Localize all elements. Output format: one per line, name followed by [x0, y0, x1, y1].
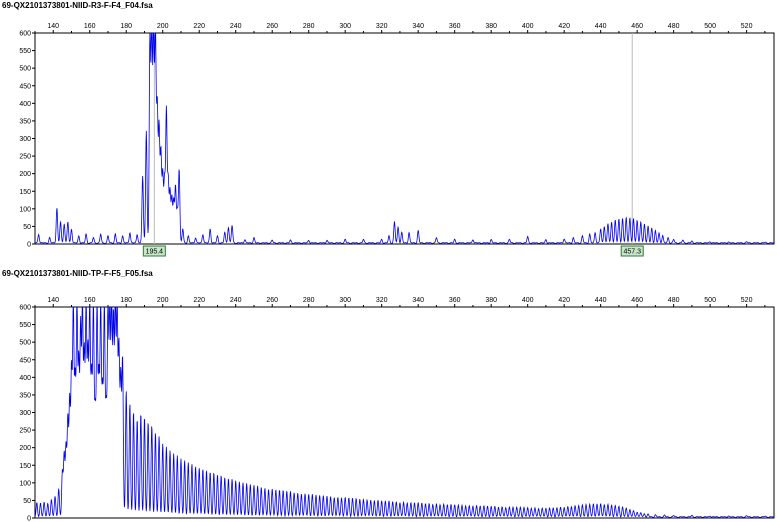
chart1-x-tick-label: 380 [485, 23, 497, 30]
chart1-x-tick-label: 180 [120, 23, 132, 30]
chart2-x-tick-label: 480 [668, 297, 680, 304]
chart1-x-tick-label: 200 [157, 23, 169, 30]
chart1-x-tick-label: 240 [230, 23, 242, 30]
chart1-y-tick-label: 300 [19, 136, 31, 143]
chart2-x-tick-label: 260 [266, 297, 278, 304]
chart1-x-tick-label: 140 [47, 23, 59, 30]
chart2-y-tick-label: 350 [19, 392, 31, 399]
chart2-x-tick-label: 320 [376, 297, 388, 304]
chart2-y-tick-label: 100 [19, 480, 31, 487]
chart2-x-tick-label: 280 [303, 297, 315, 304]
chart2-x-tick-label: 140 [47, 297, 59, 304]
chart2-y-tick-label: 150 [19, 463, 31, 470]
chart2-x-tick-label: 240 [230, 297, 242, 304]
chart2-x-tick-label: 520 [741, 297, 753, 304]
chart1-y-tick-label: 350 [19, 118, 31, 125]
chart1-x-tick-label: 400 [522, 23, 534, 30]
chart2-y-tick-label: 50 [23, 498, 31, 505]
chart1-x-tick-label: 520 [741, 23, 753, 30]
chart1-size-marker-1[interactable]: 195.4 [142, 245, 166, 257]
chart1-y-tick-label: 400 [19, 101, 31, 108]
chart2-y-tick-label: 250 [19, 428, 31, 435]
chart1-size-marker-label: 195.4 [146, 249, 164, 256]
chart1-x-tick-label: 500 [704, 23, 716, 30]
chart1-x-tick-label: 460 [631, 23, 643, 30]
chart1-x-tick-label: 300 [339, 23, 351, 30]
chart2-y-tick-label: 300 [19, 410, 31, 417]
chart2-x-tick-label: 400 [522, 297, 534, 304]
chart1-x-tick-label: 420 [558, 23, 570, 30]
chart2-x-tick-label: 420 [558, 297, 570, 304]
chart2-y-tick-label: 450 [19, 357, 31, 364]
chart2-y-tick-label: 600 [19, 305, 31, 312]
chart1-x-tick-label: 480 [668, 23, 680, 30]
chart1-x-tick-label: 280 [303, 23, 315, 30]
chart2-y-tick-label: 0 [27, 516, 31, 522]
chart1-y-tick-label: 450 [19, 83, 31, 90]
chart1-size-marker-2[interactable]: 457.3 [620, 245, 644, 257]
chart1-y-tick-label: 50 [23, 224, 31, 231]
chart1-y-tick-label: 200 [19, 171, 31, 178]
chart2-y-tick-label: 200 [19, 445, 31, 452]
panel-2-title: 69-QX2101373801-NIID-TP-F-F5_F05.fsa [2, 269, 153, 278]
electropherogram-plot-2: 140 160 180 200 220 240 260 280 300 320 340 360 380 4… [19, 297, 775, 522]
chart1-y-tick-label: 0 [27, 242, 31, 249]
chart2-x-tick-label: 440 [595, 297, 607, 304]
chart2-x-tick-label: 460 [631, 297, 643, 304]
chart1-x-tick-label: 260 [266, 23, 278, 30]
chart1-x-tick-label: 320 [376, 23, 388, 30]
chart1-y-tick-label: 500 [19, 66, 31, 73]
chart1-x-tick-label: 440 [595, 23, 607, 30]
chart2-x-tick-label: 180 [120, 297, 132, 304]
chart2-x-tick-label: 300 [339, 297, 351, 304]
chart2-x-tick-label: 200 [157, 297, 169, 304]
electropherogram-plot-1: 140 160 180 200 220 240 260 280 300 320 340 360 380 4… [19, 23, 775, 257]
chart1-x-tick-label: 220 [193, 23, 205, 30]
chart2-x-tick-label: 380 [485, 297, 497, 304]
chart1-y-tick-label: 250 [19, 154, 31, 161]
chart1-y-tick-label: 550 [19, 48, 31, 55]
chart2-y-tick-label: 500 [19, 340, 31, 347]
chart1-x-tick-label: 360 [449, 23, 461, 30]
chart2-x-tick-label: 160 [84, 297, 96, 304]
chart1-x-tick-label: 160 [84, 23, 96, 30]
chart1-y-tick-label: 150 [19, 189, 31, 196]
chart2-x-tick-label: 340 [412, 297, 424, 304]
chart1-x-tick-label: 340 [412, 23, 424, 30]
chart1-y-tick-label: 600 [19, 31, 31, 38]
panel-1-title: 69-QX2101373801-NIID-R3-F-F4_F04.fsa [2, 1, 153, 10]
chart2-y-tick-label: 550 [19, 322, 31, 329]
chart2-y-tick-label: 400 [19, 375, 31, 382]
chart2-x-tick-label: 500 [704, 297, 716, 304]
chart2-x-tick-label: 220 [193, 297, 205, 304]
chart1-size-marker-label: 457.3 [623, 249, 641, 256]
chart1-y-tick-label: 100 [19, 206, 31, 213]
chart2-x-tick-label: 360 [449, 297, 461, 304]
